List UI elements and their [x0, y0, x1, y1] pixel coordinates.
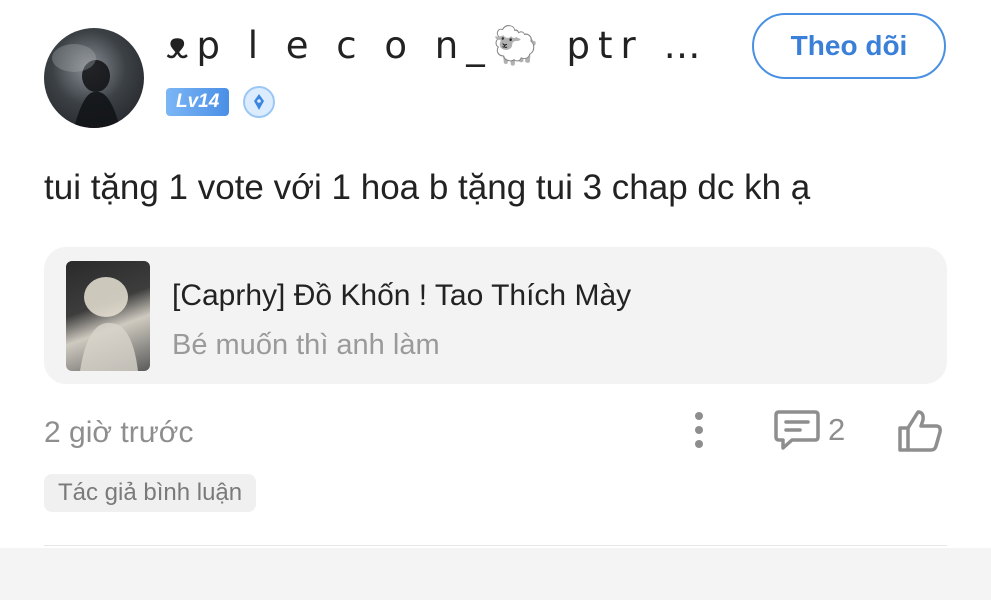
user-badges: Lv14 — [166, 86, 276, 118]
pen-nib-badge-icon — [243, 86, 276, 118]
section-separator — [0, 548, 991, 600]
user-avatar[interactable] — [44, 28, 144, 128]
more-vertical-icon — [695, 412, 703, 448]
avatar-photo — [52, 44, 120, 128]
author-tag: Tác giả bình luận — [44, 474, 257, 512]
divider — [44, 545, 947, 546]
username[interactable]: ᴥp l e c o n_🐑 ptr | l o v… — [166, 24, 706, 68]
comment-item: ᴥp l e c o n_🐑 ptr | l o v… Lv14 Theo dõ… — [0, 0, 991, 548]
reply-button[interactable]: 2 — [774, 408, 845, 452]
follow-button[interactable]: Theo dõi — [752, 13, 946, 79]
story-subtitle: Bé muốn thì anh làm — [172, 329, 440, 361]
story-cover-image — [66, 261, 150, 371]
reply-count: 2 — [828, 412, 846, 447]
more-button[interactable] — [682, 408, 716, 452]
like-button[interactable] — [896, 408, 944, 454]
level-badge: Lv14 — [166, 88, 230, 116]
thumbs-up-icon — [898, 410, 942, 452]
comment-icon — [774, 410, 820, 450]
comment-timestamp: 2 giờ trước — [44, 416, 194, 449]
story-card[interactable]: [Caprhy] Đồ Khốn ! Tao Thích Mày Bé muốn… — [44, 247, 947, 384]
story-title: [Caprhy] Đồ Khốn ! Tao Thích Mày — [172, 279, 632, 312]
comment-text: tui tặng 1 vote với 1 hoa b tặng tui 3 c… — [44, 168, 811, 207]
